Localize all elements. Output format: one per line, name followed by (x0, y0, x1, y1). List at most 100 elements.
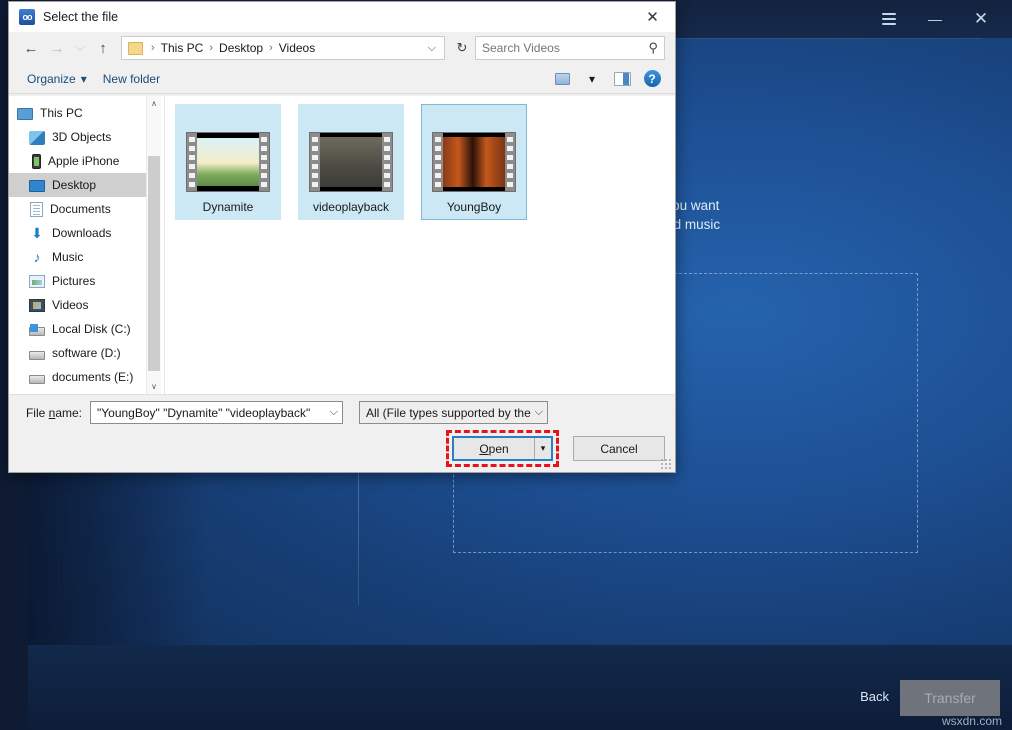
resize-grip[interactable] (660, 458, 672, 470)
breadcrumb-item-this-pc[interactable]: This PC (161, 41, 204, 55)
local-disk-icon (29, 327, 45, 336)
sidebar-item-local-disk-c[interactable]: Local Disk (C:) (9, 317, 161, 341)
help-button[interactable]: ? (639, 68, 665, 90)
close-icon[interactable]: ✕ (630, 2, 675, 32)
sidebar-item-apple-iphone[interactable]: Apple iPhone (9, 149, 161, 173)
video-thumbnail (186, 132, 270, 192)
breadcrumb-item-desktop[interactable]: Desktop (219, 41, 263, 55)
chevron-down-icon: ⌵ (531, 406, 543, 419)
chevron-down-icon[interactable]: ⌵ (326, 406, 338, 419)
sidebar-item-label: Videos (52, 298, 88, 312)
pc-icon (17, 108, 33, 120)
navigation-list: This PC 3D Objects Apple iPhone Desktop … (9, 96, 161, 389)
phone-icon (32, 154, 41, 169)
new-folder-label: New folder (103, 72, 160, 86)
hamburger-menu-icon[interactable] (874, 6, 904, 32)
breadcrumb-separator: › (263, 42, 279, 54)
file-name-label: videoplayback (313, 200, 389, 214)
file-tile-videoplayback[interactable]: videoplayback (298, 104, 404, 220)
cancel-button[interactable]: Cancel (573, 436, 665, 461)
sidebar-item-music[interactable]: ♪ Music (9, 245, 161, 269)
sidebar-item-pictures[interactable]: Pictures (9, 269, 161, 293)
sidebar-item-videos[interactable]: Videos (9, 293, 161, 317)
sidebar-item-label: Pictures (52, 274, 95, 288)
sidebar-item-label: Documents (50, 202, 111, 216)
file-type-dropdown[interactable]: All (File types supported by the ⌵ (359, 401, 548, 424)
app-logo-icon (19, 9, 35, 25)
videos-icon (29, 299, 45, 312)
dialog-navigation-bar: ← → ⌵ ↑ › This PC › Desktop › Videos ⌵ ↻… (9, 32, 675, 64)
navigation-pane: This PC 3D Objects Apple iPhone Desktop … (9, 96, 161, 394)
open-button-highlight-wrapper: Open ▾ (446, 430, 559, 467)
back-icon[interactable]: ← (19, 36, 43, 60)
file-name-combobox[interactable]: ⌵ (90, 401, 343, 424)
search-input[interactable] (482, 41, 648, 55)
file-name-row: File name: ⌵ All (File types supported b… (9, 401, 675, 424)
forward-icon[interactable]: → (45, 36, 69, 60)
up-icon[interactable]: ↑ (91, 36, 115, 60)
preview-pane-icon[interactable] (609, 68, 635, 90)
close-icon[interactable]: ✕ (966, 6, 996, 32)
dialog-toolbar: Organize ▾ New folder ▾ ? (9, 64, 675, 94)
sidebar-item-label: Downloads (52, 226, 111, 240)
sidebar-item-desktop[interactable]: Desktop (9, 173, 161, 197)
scroll-up-icon[interactable]: ∧ (147, 96, 161, 111)
transfer-button[interactable]: Transfer (900, 680, 1000, 716)
film-sprockets-left (310, 133, 320, 191)
thumbnail-image (320, 133, 382, 191)
open-button[interactable]: Open (454, 438, 534, 459)
navigation-scrollbar[interactable]: ∧ ∨ (146, 96, 161, 394)
sidebar-item-label: documents (E:) (52, 370, 133, 384)
sidebar-item-documents-e[interactable]: documents (E:) (9, 365, 161, 389)
refresh-icon[interactable]: ↻ (451, 36, 473, 60)
background-footer: Back Transfer wsxdn.com (28, 645, 1012, 730)
recent-locations-icon[interactable]: ⌵ (71, 36, 89, 60)
organize-button[interactable]: Organize ▾ (19, 69, 95, 89)
dialog-button-row: Open ▾ Cancel (446, 430, 665, 467)
film-sprockets-left (433, 133, 443, 191)
file-tile-youngboy[interactable]: YoungBoy (421, 104, 527, 220)
open-split-button[interactable]: Open ▾ (452, 436, 553, 461)
video-thumbnail (309, 132, 393, 192)
sidebar-item-software-d[interactable]: software (D:) (9, 341, 161, 365)
dialog-titlebar: Select the file ✕ (9, 2, 675, 32)
music-icon: ♪ (29, 249, 45, 265)
organize-label: Organize (27, 72, 76, 86)
scroll-down-icon[interactable]: ∨ (147, 379, 161, 394)
chevron-down-icon[interactable]: ▾ (579, 68, 605, 90)
sidebar-item-3d-objects[interactable]: 3D Objects (9, 125, 161, 149)
file-tile-dynamite[interactable]: Dynamite (175, 104, 281, 220)
sidebar-item-documents[interactable]: Documents (9, 197, 161, 221)
film-sprockets-right (259, 133, 269, 191)
3d-objects-icon (29, 131, 45, 145)
film-sprockets-left (187, 133, 197, 191)
back-link[interactable]: Back (860, 689, 889, 704)
view-mode-icon[interactable] (549, 68, 575, 90)
chevron-down-icon[interactable]: ⌵ (424, 42, 440, 55)
breadcrumb-item-videos[interactable]: Videos (279, 41, 315, 55)
sidebar-item-label: This PC (40, 106, 83, 120)
sidebar-item-downloads[interactable]: ⬇ Downloads (9, 221, 161, 245)
desktop-icon (29, 180, 45, 192)
downloads-icon: ⬇ (29, 225, 45, 241)
new-folder-button[interactable]: New folder (95, 69, 168, 89)
toolbar-right-group: ▾ ? (549, 68, 665, 90)
breadcrumb[interactable]: › This PC › Desktop › Videos ⌵ (121, 36, 445, 60)
film-sprockets-right (505, 133, 515, 191)
file-name-input[interactable] (97, 406, 326, 420)
sidebar-item-label: Apple iPhone (48, 154, 119, 168)
minimize-icon[interactable]: — (920, 6, 950, 32)
sidebar-item-this-pc[interactable]: This PC (9, 101, 161, 125)
file-list-pane[interactable]: Dynamite videoplayback (165, 96, 675, 394)
sidebar-item-label: Local Disk (C:) (52, 322, 131, 336)
sidebar-item-label: Music (52, 250, 83, 264)
drive-icon (29, 375, 45, 384)
search-box[interactable]: ⚲ (475, 36, 665, 60)
scrollbar-thumb[interactable] (148, 156, 160, 371)
film-sprockets-right (382, 133, 392, 191)
watermark: wsxdn.com (942, 714, 1002, 728)
sidebar-item-label: Desktop (52, 178, 96, 192)
open-dropdown-arrow-icon[interactable]: ▾ (534, 438, 551, 459)
search-icon: ⚲ (648, 40, 658, 56)
dialog-footer: File name: ⌵ All (File types supported b… (9, 394, 675, 472)
